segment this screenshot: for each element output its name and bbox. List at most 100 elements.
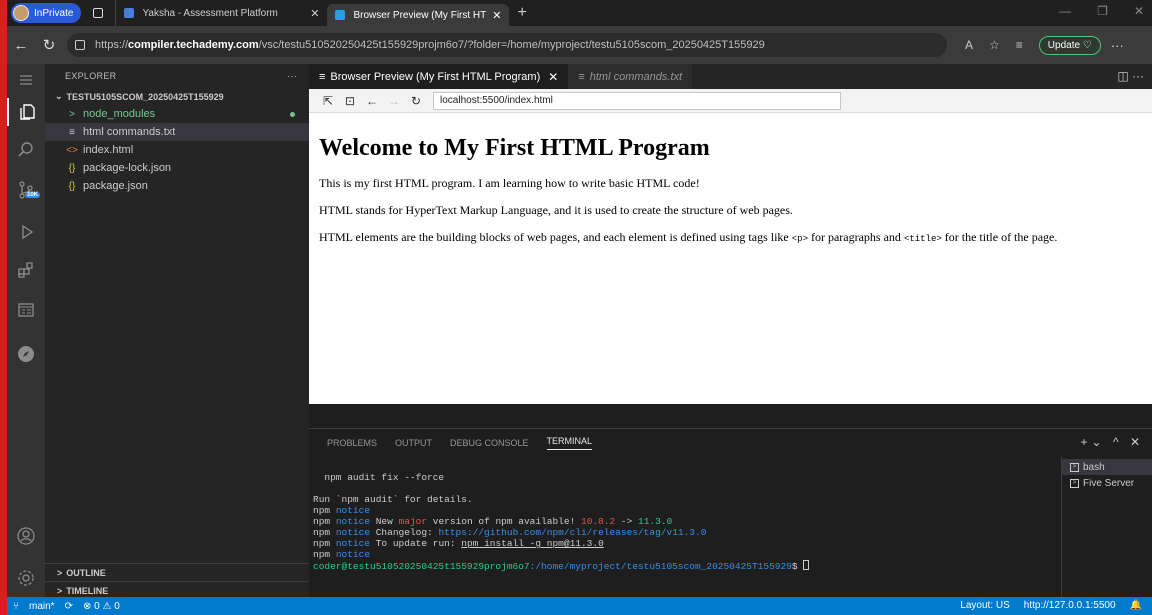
update-label: Update	[1047, 39, 1081, 51]
split-editor-icon[interactable]: ◫	[1117, 69, 1128, 83]
back-icon[interactable]: ←	[7, 37, 35, 54]
address-bar[interactable]: https://compiler.techademy.com/vsc/testu…	[67, 33, 947, 57]
close-window-icon[interactable]: ✕	[1134, 4, 1144, 18]
search-icon[interactable]	[7, 136, 45, 164]
settings-gear-icon[interactable]	[7, 564, 45, 592]
terminal-line: npm notice New major version of npm avai…	[313, 516, 1061, 527]
new-tab-icon[interactable]: +	[517, 4, 526, 22]
tree-item-package-json[interactable]: {} package.json	[45, 177, 309, 195]
terminal-output[interactable]: npm audit fix --force Run `npm audit` fo…	[309, 457, 1061, 598]
close-icon[interactable]: ✕	[548, 70, 558, 84]
tree-item-label: index.html	[83, 144, 134, 156]
server-url[interactable]: http://127.0.0.1:5500	[1024, 600, 1116, 611]
more-actions-icon[interactable]: ···	[287, 71, 297, 81]
terminal-text: Changelog:	[375, 527, 433, 538]
changelog-link[interactable]: https://github.com/npm/cli/releases/tag/…	[438, 527, 706, 538]
npm-token: npm	[313, 549, 331, 560]
tree-item-html-commands[interactable]: ≡ html commands.txt	[45, 123, 309, 141]
explorer-sidebar: EXPLORER ··· ⌄ TESTU5105SCOM_20250425T15…	[45, 64, 309, 597]
refresh-icon[interactable]: ↻	[405, 94, 427, 108]
maximize-panel-icon[interactable]: ^	[1113, 435, 1123, 449]
terminal-item-bash[interactable]: > bash	[1062, 459, 1152, 475]
browser-tab-preview[interactable]: Browser Preview (My First HTML P ✕	[327, 4, 510, 26]
workspace-root-label: TESTU5105SCOM_20250425T155929	[66, 91, 224, 102]
sync-icon[interactable]: ⟳	[65, 601, 73, 612]
more-icon[interactable]: ···	[1111, 38, 1124, 53]
explorer-icon[interactable]	[7, 98, 45, 126]
branch-icon: ⑂	[13, 600, 19, 612]
tab-debug-console[interactable]: DEBUG CONSOLE	[450, 438, 529, 448]
npm-token: npm	[313, 516, 331, 527]
back-icon[interactable]: ←	[361, 94, 383, 108]
tab-title: Browser Preview (My First HTML P	[353, 9, 487, 21]
tree-item-label: package.json	[83, 180, 148, 192]
keyboard-layout[interactable]: Layout: US	[960, 600, 1009, 611]
update-command: npm install -g npm@11.3.0	[461, 538, 604, 549]
address-bar-actions: A ☆ ≡ Update ♡	[965, 35, 1101, 55]
url-path: /vsc/testu510520250425t155929projm6o7/?f…	[258, 39, 765, 51]
minimize-icon[interactable]: —	[1059, 4, 1071, 18]
status-right: Layout: US http://127.0.0.1:5500 🔔	[960, 600, 1142, 611]
new-terminal-icon[interactable]: +	[1081, 435, 1092, 449]
run-debug-icon[interactable]	[7, 218, 45, 246]
close-icon[interactable]: ✕	[310, 7, 319, 20]
terminal-text: To update run:	[375, 538, 456, 549]
preview-tab-icon: ≡	[319, 70, 326, 83]
update-button[interactable]: Update ♡	[1038, 35, 1101, 55]
tree-item-index-html[interactable]: <> index.html	[45, 141, 309, 159]
extensions-icon[interactable]	[7, 256, 45, 284]
prompt-path: :/home/myproject/testu5105scom_20250425T…	[529, 561, 792, 572]
preview-url-input[interactable]: localhost:5500/index.html	[433, 91, 841, 110]
terminal-text: version of npm available!	[432, 516, 576, 527]
profile-button[interactable]: InPrivate	[11, 3, 82, 23]
preview-page: Welcome to My First HTML Program This is…	[309, 135, 1152, 245]
browser-preview-pane: ⇱ ⊡ ← → ↻ localhost:5500/index.html Welc…	[309, 89, 1152, 404]
tab-label: html commands.txt	[589, 70, 683, 83]
terminal-cursor	[803, 560, 810, 570]
lock-icon	[75, 40, 85, 50]
chevron-down-icon: ⌄	[55, 91, 63, 101]
refresh-icon[interactable]: ↻	[35, 36, 63, 54]
outline-section[interactable]: > OUTLINE	[45, 563, 309, 581]
source-control-icon[interactable]: 10K	[7, 176, 45, 204]
profile-label: InPrivate	[34, 7, 74, 19]
bell-icon[interactable]: 🔔	[1130, 600, 1142, 611]
workspace-root-folder[interactable]: ⌄ TESTU5105SCOM_20250425T155929	[45, 88, 309, 105]
tab-terminal[interactable]: TERMINAL	[546, 436, 593, 450]
tab-browser-preview[interactable]: ≡ Browser Preview (My First HTML Program…	[309, 64, 569, 89]
chevron-down-icon[interactable]: ⌄	[1092, 435, 1106, 449]
status-bar: ⑂ main* ⟳ ⊗ 0 ⚠ 0 Layout: US http://127.…	[7, 597, 1152, 615]
close-icon[interactable]: ✕	[492, 9, 501, 22]
tab-problems[interactable]: PROBLEMS	[327, 438, 377, 448]
read-aloud-icon[interactable]: A	[965, 38, 973, 52]
more-icon[interactable]: ···	[1132, 69, 1144, 83]
browser-tab-yaksha[interactable]: Yaksha - Assessment Platform ✕	[115, 0, 327, 26]
menu-icon[interactable]	[7, 66, 45, 94]
preview-toolbar: ⇱ ⊡ ← → ↻ localhost:5500/index.html	[309, 89, 1152, 113]
preview-panel-icon[interactable]	[7, 296, 45, 324]
restore-icon[interactable]: ❐	[1097, 4, 1108, 18]
favorite-star-icon[interactable]: ☆	[989, 38, 1000, 52]
close-panel-icon[interactable]: ✕	[1130, 435, 1144, 449]
editor-actions: ◫ ···	[1117, 69, 1144, 83]
terminal-icon: >	[1070, 478, 1079, 488]
tab-output[interactable]: OUTPUT	[395, 438, 432, 448]
forward-icon[interactable]: →	[383, 94, 405, 108]
explorer-header: EXPLORER ···	[45, 64, 309, 88]
tab-html-commands[interactable]: ≡ html commands.txt	[568, 64, 693, 89]
inspect-icon[interactable]: ⇱	[317, 94, 339, 108]
tree-item-node-modules[interactable]: > node_modules	[45, 105, 309, 123]
device-icon[interactable]: ⊡	[339, 94, 361, 108]
tab-actions-icon[interactable]	[93, 8, 104, 18]
tab-title: Yaksha - Assessment Platform	[142, 7, 278, 19]
terminal-text: major	[398, 516, 428, 527]
json-file-icon: {}	[68, 180, 76, 192]
terminal-item-five-server[interactable]: > Five Server	[1062, 475, 1152, 491]
favorites-list-icon[interactable]: ≡	[1016, 38, 1023, 52]
notice-token: notice	[335, 505, 371, 516]
problems-count[interactable]: ⊗ 0 ⚠ 0	[83, 601, 120, 612]
tree-item-package-lock[interactable]: {} package-lock.json	[45, 159, 309, 177]
branch-name[interactable]: main*	[29, 601, 55, 612]
compass-icon[interactable]	[7, 340, 45, 368]
accounts-icon[interactable]	[7, 522, 45, 550]
